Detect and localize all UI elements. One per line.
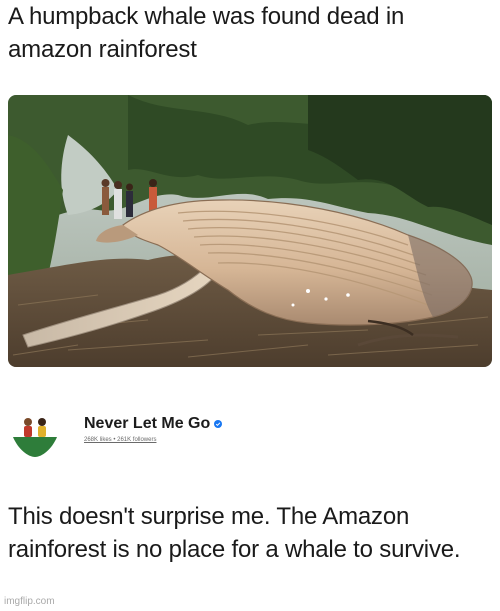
page-card[interactable]: Never Let Me Go 268K likes • 261K follow… [10,403,410,463]
imgflip-watermark: imgflip.com [4,596,55,607]
whale-photo [8,95,492,367]
verified-badge-icon [214,415,223,433]
post-headline: A humpback whale was found dead in amazo… [8,3,405,63]
post-caption: This doesn't surprise me. The Amazon rai… [8,503,461,563]
page-name[interactable]: Never Let Me Go [84,415,223,433]
page-avatar[interactable] [10,409,60,459]
page-stats[interactable]: 268K likes • 261K followers [84,437,156,443]
page-name-text[interactable]: Never Let Me Go [84,415,210,432]
